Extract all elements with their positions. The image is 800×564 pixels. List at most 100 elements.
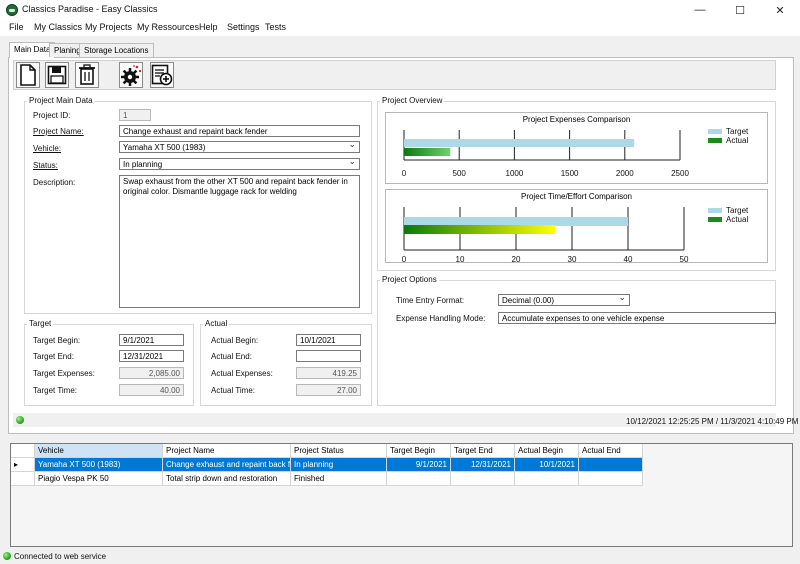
add-entry-button[interactable] (150, 62, 174, 88)
status-select[interactable]: In planning (119, 158, 360, 170)
tab-storage-locations[interactable]: Storage Locations (79, 43, 154, 57)
cell-target-end[interactable]: 12/31/2021 (451, 458, 515, 472)
cell-target-end[interactable] (451, 472, 515, 486)
menu-settings[interactable]: Settings (227, 22, 260, 32)
menu-file[interactable]: File (9, 22, 24, 32)
cell-target-begin[interactable]: 9/1/2021 (387, 458, 451, 472)
x-tick-label: 40 (624, 255, 633, 264)
project-options-title: Project Options (380, 275, 439, 284)
record-timestamps: 10/12/2021 12:25:25 PM / 11/3/2021 4:10:… (626, 417, 799, 426)
actual-expenses-field: 419.25 (296, 367, 361, 379)
cell-project-name[interactable]: Total strip down and restoration (163, 472, 291, 486)
minimize-button[interactable]: — (680, 0, 720, 20)
grid-header-row: Vehicle Project Name Project Status Targ… (11, 444, 643, 458)
actual-end-input[interactable] (296, 350, 361, 362)
target-begin-input[interactable]: 9/1/2021 (119, 334, 184, 346)
vehicle-select[interactable]: Yamaha XT 500 (1983) (119, 141, 360, 153)
x-tick-label: 2000 (616, 169, 634, 178)
time-entry-format-select[interactable]: Decimal (0.00) (498, 294, 630, 306)
col-actual-begin[interactable]: Actual Begin (515, 444, 579, 458)
x-tick-label: 2500 (671, 169, 689, 178)
delete-icon (79, 64, 95, 85)
table-row[interactable]: ▸ Yamaha XT 500 (1983) Change exhaust an… (11, 458, 643, 472)
settings-button[interactable] (119, 62, 143, 88)
maximize-button[interactable]: ☐ (720, 0, 760, 20)
project-name-label: Project Name: (33, 127, 84, 136)
app-logo-icon (6, 4, 18, 16)
settings-gear-icon (121, 65, 142, 86)
x-tick-label: 500 (453, 169, 467, 178)
menu-tests[interactable]: Tests (265, 22, 286, 32)
grid-corner (11, 444, 35, 458)
bar-actual (404, 148, 451, 156)
col-target-end[interactable]: Target End (451, 444, 515, 458)
status-led-icon (16, 416, 24, 424)
cell-actual-end[interactable] (579, 472, 643, 486)
status-label: Status: (33, 161, 58, 170)
x-tick-label: 50 (680, 255, 689, 264)
menu-my-ressources[interactable]: My Ressources (137, 22, 199, 32)
legend-actual-swatch (708, 138, 722, 143)
close-button[interactable]: ✕ (760, 0, 800, 20)
cell-project-name[interactable]: Change exhaust and repaint back fen... (163, 458, 291, 472)
menu-my-projects[interactable]: My Projects (85, 22, 132, 32)
target-time-field: 40.00 (119, 384, 184, 396)
expense-mode-label: Expense Handling Mode: (396, 314, 486, 323)
x-tick-label: 30 (568, 255, 577, 264)
x-tick-label: 0 (402, 169, 407, 178)
bar-target (404, 139, 635, 147)
cell-project-status[interactable]: Finished (291, 472, 387, 486)
actual-begin-input[interactable]: 10/1/2021 (296, 334, 361, 346)
legend-target-swatch (708, 208, 722, 213)
target-end-input[interactable]: 12/31/2021 (119, 350, 184, 362)
cell-actual-begin[interactable] (515, 472, 579, 486)
cell-target-begin[interactable] (387, 472, 451, 486)
col-project-name[interactable]: Project Name (163, 444, 291, 458)
actual-time-field: 27.00 (296, 384, 361, 396)
cell-vehicle[interactable]: Yamaha XT 500 (1983) (35, 458, 163, 472)
actual-expenses-label: Actual Expenses: (211, 369, 273, 378)
target-expenses-field: 2,085.00 (119, 367, 184, 379)
legend-target-swatch (708, 129, 722, 134)
save-button[interactable] (45, 62, 69, 88)
description-textarea[interactable]: Swap exhaust from the other XT 500 and r… (119, 175, 360, 308)
expense-mode-field[interactable]: Accumulate expenses to one vehicle expen… (498, 312, 776, 324)
cell-actual-begin[interactable]: 10/1/2021 (515, 458, 579, 472)
delete-button[interactable] (75, 62, 99, 88)
target-group-title: Target (27, 319, 54, 328)
connection-status-icon (3, 552, 11, 560)
target-time-label: Target Time: (33, 386, 78, 395)
col-vehicle[interactable]: Vehicle (35, 444, 163, 458)
col-target-begin[interactable]: Target Begin (387, 444, 451, 458)
expenses-chart-svg: 0 500 1000 1500 2000 2500 (402, 130, 689, 178)
row-indicator-icon: ▸ (11, 458, 35, 472)
new-button[interactable] (16, 62, 40, 88)
project-overview-title: Project Overview (380, 96, 445, 105)
row-indicator (11, 472, 35, 486)
save-icon (47, 65, 67, 85)
actual-end-label: Actual End: (211, 352, 252, 361)
legend-actual-label: Actual (726, 136, 749, 145)
description-label: Description: (33, 178, 76, 187)
cell-vehicle[interactable]: Piagio Vespa PK 50 (35, 472, 163, 486)
menu-help[interactable]: Help (199, 22, 218, 32)
cell-actual-end[interactable] (579, 458, 643, 472)
legend-actual-label: Actual (726, 215, 749, 224)
col-actual-end[interactable]: Actual End (579, 444, 643, 458)
legend-target-label: Target (726, 206, 749, 215)
table-row[interactable]: Piagio Vespa PK 50 Total strip down and … (11, 472, 643, 486)
target-expenses-label: Target Expenses: (33, 369, 95, 378)
expenses-chart: Project Expenses Comparison 0 500 1000 1500… (385, 112, 768, 184)
cell-project-status[interactable]: In planning (291, 458, 387, 472)
project-id-label: Project ID: (33, 111, 71, 120)
add-entry-icon (151, 64, 173, 86)
menu-my-classics[interactable]: My Classics (34, 22, 82, 32)
col-project-status[interactable]: Project Status (291, 444, 387, 458)
x-tick-label: 1500 (561, 169, 579, 178)
legend-target-label: Target (726, 127, 749, 136)
vehicle-label: Vehicle: (33, 144, 62, 153)
project-name-input[interactable]: Change exhaust and repaint back fender (119, 125, 360, 137)
time-effort-chart: Project Time/Effort Comparison 0 10 20 30 40… (385, 189, 768, 264)
time-chart-svg: 0 10 20 30 40 50 (402, 207, 689, 264)
new-document-icon (20, 64, 36, 86)
